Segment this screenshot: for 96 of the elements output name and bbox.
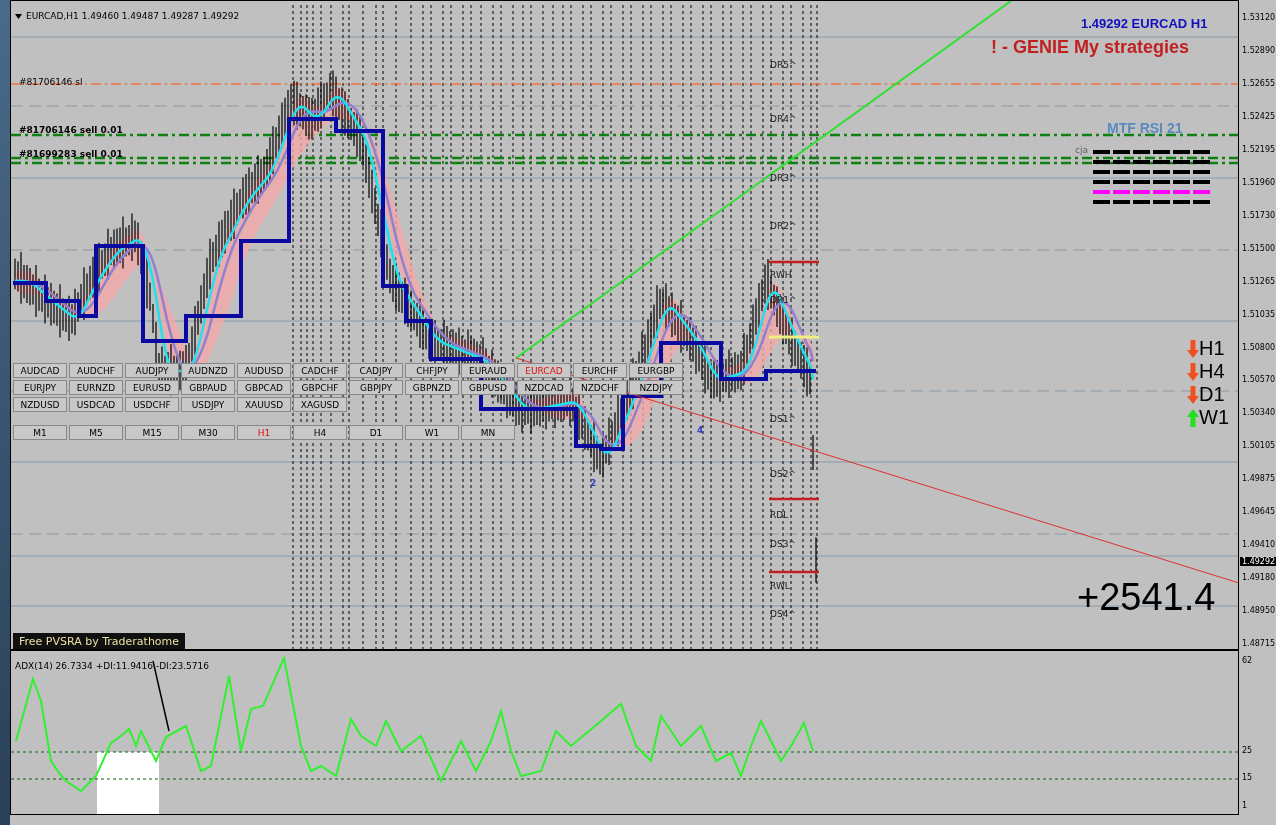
timeframe-button[interactable]: M5: [69, 425, 123, 440]
pivot-label: DR2^: [770, 221, 797, 231]
price-tick: 1.51035: [1242, 309, 1276, 319]
price-tick: 1.49180: [1242, 573, 1276, 583]
timeframe-button[interactable]: M15: [125, 425, 179, 440]
adx-tick: 15: [1242, 773, 1253, 782]
current-price-label: 1.49292: [1240, 557, 1276, 566]
dropdown-caret-icon[interactable]: [15, 14, 22, 19]
price-tick: 1.49875: [1242, 474, 1276, 484]
pvsra-label: Free PVSRA by Traderathome: [13, 633, 186, 649]
price-tick: 1.51960: [1242, 177, 1276, 187]
symbol-button[interactable]: CHFJPY: [405, 363, 459, 378]
symbol-button[interactable]: CADJPY: [349, 363, 403, 378]
symbol-button[interactable]: AUDJPY: [125, 363, 179, 378]
symbol-button[interactable]: GBPAUD: [181, 380, 235, 395]
symbol-button[interactable]: AUDNZD: [181, 363, 235, 378]
wave-label: 4: [697, 425, 704, 435]
price-tick: 1.49410: [1242, 540, 1276, 550]
price-label: 1.49292 EURCAD H1: [1081, 16, 1208, 31]
symbol-button[interactable]: AUDCAD: [13, 363, 67, 378]
symbol-button[interactable]: USDJPY: [181, 397, 235, 412]
author-label: cja: [1075, 145, 1088, 155]
pivot-label: RWH: [770, 270, 792, 280]
pivot-label: DS2^: [770, 469, 796, 479]
order-label: #81706146 sell 0.01: [19, 125, 123, 135]
price-tick: 1.50105: [1242, 441, 1276, 451]
pivot-label: DR4^: [770, 114, 797, 124]
adx-tick: 62: [1242, 656, 1253, 665]
timeframe-signal: H4: [1199, 360, 1225, 383]
price-tick: 1.51730: [1242, 210, 1276, 220]
price-tick: 1.49645: [1242, 507, 1276, 517]
symbol-button[interactable]: EURJPY: [13, 380, 67, 395]
price-tick: 1.52425: [1242, 111, 1276, 121]
symbol-button[interactable]: NZDCAD: [517, 380, 571, 395]
price-tick: 1.50800: [1242, 342, 1276, 352]
indicator-title: MTF RSI 21: [1107, 120, 1183, 136]
pivot-label: DR5^: [770, 60, 797, 70]
symbol-button[interactable]: GBPNZD: [405, 380, 459, 395]
symbol-button[interactable]: XAUUSD: [237, 397, 291, 412]
timeframe-signal: H1: [1199, 337, 1225, 360]
price-tick: 1.52195: [1242, 144, 1276, 154]
symbol-button[interactable]: AUDCHF: [69, 363, 123, 378]
wave-label: 2: [590, 478, 597, 488]
symbol-button[interactable]: GBPCAD: [237, 380, 291, 395]
price-tick: 1.51265: [1242, 276, 1276, 286]
pivot-label: RDL: [770, 510, 789, 520]
adx-tick: 1: [1242, 801, 1248, 810]
symbol-button[interactable]: EURGBP: [629, 363, 683, 378]
pivot-label: DS4^: [770, 609, 796, 619]
symbol-button[interactable]: USDCAD: [69, 397, 123, 412]
symbol-button[interactable]: NZDJPY: [629, 380, 683, 395]
pivot-label: DS1^: [770, 414, 796, 424]
profit-value: +2541.4: [1077, 576, 1216, 618]
pivot-label: DR3^: [770, 173, 797, 183]
timeframe-button[interactable]: M30: [181, 425, 235, 440]
blank-patch: [97, 752, 159, 814]
symbol-button[interactable]: AUDUSD: [237, 363, 291, 378]
symbol-button[interactable]: NZDUSD: [13, 397, 67, 412]
timeframe-signal: D1: [1199, 383, 1225, 406]
symbol-button[interactable]: GBPUSD: [461, 380, 515, 395]
symbol-button[interactable]: GBPJPY: [349, 380, 403, 395]
pivot-label: DS3^: [770, 539, 796, 549]
timeframe-button[interactable]: D1: [349, 425, 403, 440]
symbol-button[interactable]: EURNZD: [69, 380, 123, 395]
symbol-button[interactable]: XAGUSD: [293, 397, 347, 412]
price-tick: 1.51500: [1242, 243, 1276, 253]
down-arrow-icon: [1187, 385, 1199, 404]
pivot-label: RWL: [770, 581, 790, 591]
price-tick: 1.50570: [1242, 375, 1276, 385]
down-arrow-icon: [1187, 362, 1199, 381]
adx-tick: 25: [1242, 746, 1253, 755]
price-tick: 1.52655: [1242, 78, 1276, 88]
timeframe-button[interactable]: MN: [461, 425, 515, 440]
symbol-button[interactable]: USDCHF: [125, 397, 179, 412]
adx-label: ADX(14) 26.7334 +DI:11.9416 -DI:23.5716: [15, 661, 209, 671]
timeframe-signal: W1: [1199, 406, 1229, 429]
symbol-button[interactable]: EURAUD: [461, 363, 515, 378]
price-tick: 1.53120: [1242, 13, 1276, 22]
timeframe-button[interactable]: W1: [405, 425, 459, 440]
symbol-button[interactable]: EURCHF: [573, 363, 627, 378]
down-arrow-icon: [1187, 339, 1199, 358]
up-arrow-icon: [1187, 408, 1199, 427]
strategy-title: ! - GENIE My strategies: [991, 37, 1190, 57]
symbol-button[interactable]: GBPCHF: [293, 380, 347, 395]
timeframe-button[interactable]: M1: [13, 425, 67, 440]
price-tick: 1.52890: [1242, 45, 1276, 55]
order-label: #81706146 sl: [19, 77, 83, 87]
chart-title: EURCAD,H1 1.49460 1.49487 1.49287 1.49292: [26, 11, 240, 21]
timeframe-button[interactable]: H4: [293, 425, 347, 440]
symbol-button[interactable]: EURUSD: [125, 380, 179, 395]
price-tick: 1.50340: [1242, 408, 1276, 418]
price-tick: 1.48715: [1242, 639, 1276, 649]
order-label: #81699283 sell 0.01: [19, 149, 123, 159]
symbol-button[interactable]: NZDCHF: [573, 380, 627, 395]
price-tick: 1.48950: [1242, 606, 1276, 616]
symbol-button[interactable]: CADCHF: [293, 363, 347, 378]
